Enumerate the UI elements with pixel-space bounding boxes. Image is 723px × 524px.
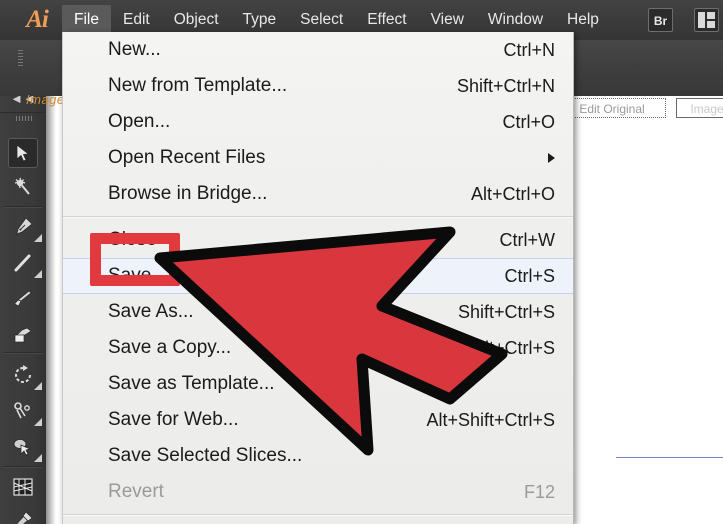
menu-item-save-for-web[interactable]: Save for Web... Alt+Shift+Ctrl+S (63, 402, 573, 438)
go-to-bridge-button[interactable]: Br (648, 8, 673, 32)
menu-edit[interactable]: Edit (111, 5, 162, 35)
menu-view[interactable]: View (419, 5, 476, 35)
menu-item-label: Save As... (108, 301, 194, 322)
menu-select[interactable]: Select (288, 5, 355, 35)
menu-item-place[interactable]: Place... (63, 520, 573, 524)
menu-item-save-a-copy[interactable]: Save a Copy... Alt+Ctrl+S (63, 330, 573, 366)
menu-object[interactable]: Object (162, 5, 231, 35)
menu-item-label: New from Template... (108, 75, 288, 96)
line-segment-icon (14, 254, 31, 272)
menu-item-label: New... (108, 39, 161, 60)
menu-item-label: Revert (108, 481, 164, 502)
control-bar-image-label: Image (26, 92, 65, 107)
illustrator-window: Image Edit Original Image ◄◄ Ai File Edi… (0, 0, 723, 524)
menu-item-shortcut: Ctrl+O (502, 111, 555, 132)
menu-type[interactable]: Type (231, 5, 289, 35)
tools-panel-grip[interactable] (16, 116, 32, 121)
rotate-arrow-icon (15, 365, 31, 383)
shape-builder-icon (13, 439, 32, 456)
menu-item-label: Open... (108, 111, 171, 132)
menu-item-browse-in-bridge[interactable]: Browse in Bridge... Alt+Ctrl+O (63, 176, 573, 212)
menu-item-save-as-template[interactable]: Save as Template... (63, 366, 573, 402)
canvas-left-shadow (46, 96, 56, 524)
save-highlight-box (90, 233, 180, 286)
menu-window[interactable]: Window (476, 5, 555, 35)
line-tool-flyout-arrow[interactable] (34, 270, 42, 278)
rotate-tool-flyout-arrow[interactable] (34, 382, 42, 390)
illustrator-logo: Ai (26, 6, 49, 33)
magic-wand-icon (14, 177, 30, 195)
menu-separator-2 (63, 514, 573, 516)
menu-effect[interactable]: Effect (355, 5, 418, 35)
artboard-edge-top (616, 457, 723, 458)
menu-item-label: Save Selected Slices... (108, 445, 303, 466)
menu-item-new-from-template[interactable]: New from Template... Shift+Ctrl+N (63, 68, 573, 104)
menu-item-shortcut: Alt+Ctrl+S (472, 337, 555, 358)
menu-help[interactable]: Help (555, 5, 611, 35)
paintbrush-tool[interactable] (8, 284, 38, 314)
menu-item-save-selected-slices[interactable]: Save Selected Slices... (63, 438, 573, 474)
menu-item-shortcut: Ctrl+N (503, 39, 555, 60)
edit-original-button[interactable]: Edit Original (558, 98, 666, 118)
grid-layout-icon (698, 12, 705, 28)
menu-item-label: Open Recent Files (108, 147, 266, 168)
width-tool-icon (14, 402, 30, 419)
tools-divider-3 (4, 466, 42, 468)
shape-builder-tool[interactable] (8, 432, 42, 462)
arrange-documents-button[interactable] (694, 8, 719, 32)
menu-item-shortcut: F12 (523, 481, 555, 502)
eyedropper-icon (16, 511, 33, 524)
menu-item-label: Save as Template... (108, 373, 275, 394)
menu-item-open-recent-files[interactable]: Open Recent Files (63, 140, 573, 176)
menu-item-open[interactable]: Open... Ctrl+O (63, 104, 573, 140)
rotate-tool[interactable] (8, 360, 42, 390)
menu-item-new[interactable]: New... Ctrl+N (63, 32, 573, 68)
menu-item-shortcut: Shift+Ctrl+S (457, 301, 555, 322)
menu-item-shortcut: Alt+Ctrl+O (470, 183, 555, 204)
menu-item-revert: Revert F12 (63, 474, 573, 510)
blob-brush-tool[interactable] (8, 318, 38, 348)
tools-divider-1 (4, 206, 42, 208)
perspective-grid-icon (13, 478, 33, 496)
perspective-grid-tool[interactable] (8, 472, 38, 502)
menu-file[interactable]: File (62, 5, 111, 35)
pen-tool[interactable] (8, 212, 42, 242)
chevron-right-icon (548, 153, 555, 163)
pen-nib-icon (16, 217, 33, 235)
menu-separator-1 (63, 216, 573, 218)
paintbrush-icon (13, 290, 32, 307)
line-segment-tool[interactable] (8, 248, 42, 278)
menu-item-shortcut: Alt+Shift+Ctrl+S (426, 409, 555, 430)
menu-item-label: Save for Web... (108, 409, 239, 430)
magic-wand-tool[interactable] (8, 172, 38, 202)
shape-builder-flyout-arrow[interactable] (34, 454, 42, 462)
menu-item-label: Browse in Bridge... (108, 183, 268, 204)
width-tool[interactable] (8, 396, 42, 426)
menu-item-save-as[interactable]: Save As... Shift+Ctrl+S (63, 294, 573, 330)
menu-item-shortcut: Shift+Ctrl+N (456, 75, 555, 96)
image-button[interactable]: Image (676, 98, 723, 118)
selection-tool[interactable] (8, 138, 38, 168)
blob-brush-icon (14, 327, 32, 343)
width-tool-flyout-arrow[interactable] (34, 418, 42, 426)
pen-tool-flyout-arrow[interactable] (34, 234, 42, 242)
eyedropper-tool[interactable] (8, 506, 38, 524)
control-bar-grip[interactable] (18, 50, 23, 66)
tools-panel: ◄◄ (0, 40, 46, 524)
tools-divider-2 (4, 352, 42, 354)
selection-arrow-icon (16, 144, 30, 162)
menu-item-shortcut: Ctrl+S (504, 265, 555, 286)
menu-item-label: Save a Copy... (108, 337, 232, 358)
menu-item-shortcut: Ctrl+W (499, 229, 556, 250)
